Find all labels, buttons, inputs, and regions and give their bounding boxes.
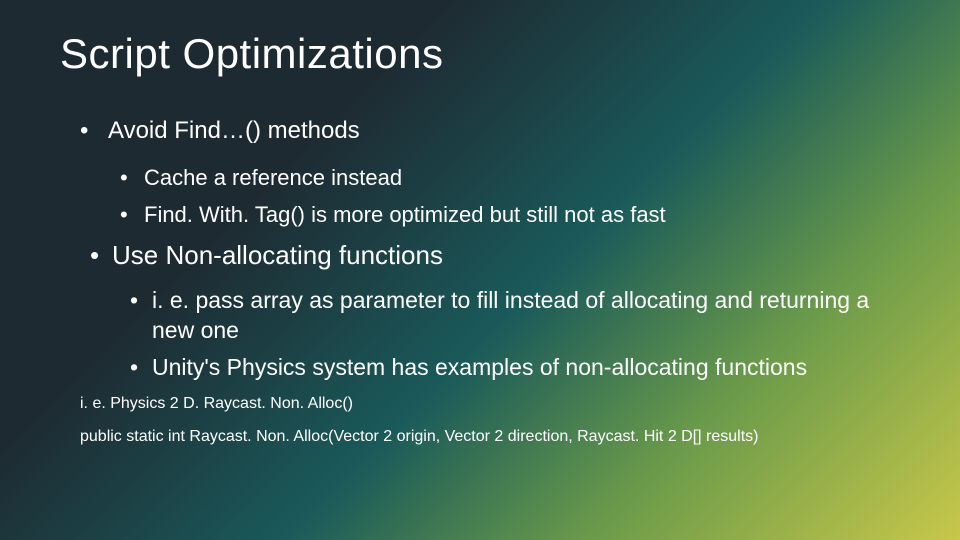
bullet-pass-array: i. e. pass array as parameter to fill in… [130, 286, 900, 346]
bullet-non-allocating: Use Non-allocating functions [90, 239, 900, 272]
bullet-unity-physics: Unity's Physics system has examples of n… [130, 353, 900, 383]
slide: Script Optimizations Avoid Find…() metho… [0, 0, 960, 540]
footnote-signature: public static int Raycast. Non. Alloc(Ve… [80, 426, 900, 448]
slide-title: Script Optimizations [60, 30, 900, 78]
bullet-avoid-find: Avoid Find…() methods [80, 116, 900, 146]
bullet-cache-reference: Cache a reference instead [120, 164, 900, 193]
footnote-example: i. e. Physics 2 D. Raycast. Non. Alloc() [80, 393, 900, 415]
bullet-find-with-tag: Find. With. Tag() is more optimized but … [120, 201, 900, 230]
